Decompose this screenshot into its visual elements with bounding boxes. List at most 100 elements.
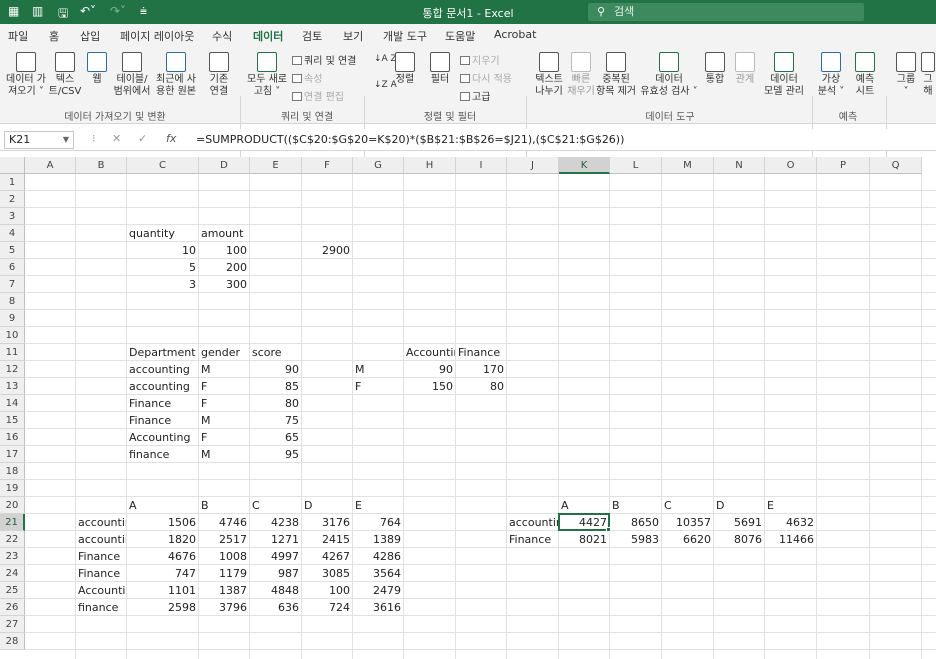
- column-header-f[interactable]: F: [302, 157, 353, 174]
- column-header-i[interactable]: I: [456, 157, 507, 174]
- cell-e11[interactable]: score: [250, 344, 301, 361]
- cell-c7[interactable]: 3: [127, 276, 198, 293]
- tab-view[interactable]: 보기: [343, 28, 363, 44]
- row-header-7[interactable]: 7: [0, 276, 25, 293]
- cell-i11[interactable]: Finance: [456, 344, 506, 361]
- row-header-15[interactable]: 15: [0, 412, 25, 429]
- cell-l21[interactable]: 8650: [610, 514, 661, 531]
- chevron-down-icon[interactable]: ▼: [63, 132, 69, 148]
- column-header-p[interactable]: P: [817, 157, 870, 174]
- enter-icon[interactable]: ✓: [138, 132, 147, 145]
- row-header-22[interactable]: 22: [0, 531, 25, 548]
- cell-g13[interactable]: F: [353, 378, 403, 395]
- cell-k20[interactable]: A: [559, 497, 609, 514]
- cell-o20[interactable]: E: [765, 497, 816, 514]
- web-button[interactable]: 웹: [84, 52, 110, 86]
- tab-insert[interactable]: 삽입: [80, 28, 100, 44]
- cell-d15[interactable]: M: [199, 412, 249, 429]
- cell-c4[interactable]: quantity: [127, 225, 198, 242]
- cell-c26[interactable]: 2598: [127, 599, 198, 616]
- column-header-g[interactable]: G: [353, 157, 404, 174]
- autosave-icon[interactable]: ▦: [8, 4, 19, 18]
- fill-handle[interactable]: [606, 527, 611, 532]
- worksheet-grid[interactable]: A B C D E F G H I J K L M N O P Q 1 2 3 4 5 6 7 8 9 10 11 12 13 14 15 16…: [0, 157, 936, 659]
- queries-connections-button[interactable]: 쿼리 및 연결: [292, 52, 356, 67]
- data-model-button[interactable]: 데이터 모델 관리: [760, 52, 808, 98]
- row-header-24[interactable]: 24: [0, 565, 25, 582]
- cell-g12[interactable]: M: [353, 361, 403, 378]
- cell-c23[interactable]: 4676: [127, 548, 198, 565]
- tab-help[interactable]: 도움말: [445, 28, 475, 44]
- cell-e21[interactable]: 4238: [250, 514, 301, 531]
- cell-d17[interactable]: M: [199, 446, 249, 463]
- row-header-20[interactable]: 20: [0, 497, 25, 514]
- row-header-26[interactable]: 26: [0, 599, 25, 616]
- cell-m21[interactable]: 10357: [662, 514, 713, 531]
- cell-c13[interactable]: accounting: [127, 378, 198, 395]
- cell-c6[interactable]: 5: [127, 259, 198, 276]
- column-header-c[interactable]: C: [127, 157, 199, 174]
- row-header-1[interactable]: 1: [0, 174, 25, 191]
- cell-m22[interactable]: 6620: [662, 531, 713, 548]
- cell-d22[interactable]: 2517: [199, 531, 249, 548]
- existing-connections-button[interactable]: 기존 연결: [202, 52, 236, 98]
- tab-developer[interactable]: 개발 도구: [383, 28, 427, 44]
- cell-d25[interactable]: 1387: [199, 582, 249, 599]
- row-header-13[interactable]: 13: [0, 378, 25, 395]
- cell-f22[interactable]: 2415: [302, 531, 352, 548]
- cell-g25[interactable]: 2479: [353, 582, 403, 599]
- consolidate-button[interactable]: 통합: [702, 52, 728, 86]
- row-header-9[interactable]: 9: [0, 310, 25, 327]
- get-data-button[interactable]: 데이터 가 져오기 ˅: [4, 52, 48, 98]
- select-all-button[interactable]: [0, 157, 25, 174]
- cell-f21[interactable]: 3176: [302, 514, 352, 531]
- cell-n22[interactable]: 8076: [714, 531, 764, 548]
- cell-c25[interactable]: 1101: [127, 582, 198, 599]
- cell-e20[interactable]: C: [250, 497, 301, 514]
- column-header-e[interactable]: E: [250, 157, 302, 174]
- ungroup-button[interactable]: 그 해: [920, 52, 936, 98]
- row-header-5[interactable]: 5: [0, 242, 25, 259]
- cell-e15[interactable]: 75: [250, 412, 301, 429]
- column-header-a[interactable]: A: [25, 157, 76, 174]
- cell-c14[interactable]: Finance: [127, 395, 198, 412]
- layout-icon[interactable]: ▥: [32, 4, 43, 18]
- column-header-o[interactable]: O: [765, 157, 817, 174]
- cell-d11[interactable]: gender: [199, 344, 249, 361]
- cell-e13[interactable]: 85: [250, 378, 301, 395]
- tab-acrobat[interactable]: Acrobat: [494, 28, 536, 41]
- cell-b23[interactable]: Finance: [76, 548, 126, 565]
- tab-file[interactable]: 파일: [8, 28, 28, 44]
- cell-e14[interactable]: 80: [250, 395, 301, 412]
- column-header-m[interactable]: M: [662, 157, 714, 174]
- cell-d13[interactable]: F: [199, 378, 249, 395]
- row-header-16[interactable]: 16: [0, 429, 25, 446]
- cell-n20[interactable]: D: [714, 497, 764, 514]
- cell-h13[interactable]: 150: [404, 378, 455, 395]
- tab-review[interactable]: 검토: [302, 28, 322, 44]
- cell-g22[interactable]: 1389: [353, 531, 403, 548]
- cell-m20[interactable]: C: [662, 497, 713, 514]
- cell-g26[interactable]: 3616: [353, 599, 403, 616]
- name-box[interactable]: K21 ▼: [4, 131, 74, 149]
- what-if-analysis-button[interactable]: 가상 분석 ˅: [816, 52, 846, 98]
- cell-d20[interactable]: B: [199, 497, 249, 514]
- cell-e23[interactable]: 4997: [250, 548, 301, 565]
- column-header-n[interactable]: N: [714, 157, 765, 174]
- cell-d12[interactable]: M: [199, 361, 249, 378]
- cell-d23[interactable]: 1008: [199, 548, 249, 565]
- cell-b26[interactable]: finance: [76, 599, 126, 616]
- cell-d6[interactable]: 200: [199, 259, 249, 276]
- cell-h11[interactable]: Accountir: [404, 344, 455, 361]
- cell-k22[interactable]: 8021: [559, 531, 609, 548]
- cell-g24[interactable]: 3564: [353, 565, 403, 582]
- cell-d4[interactable]: amount: [199, 225, 249, 242]
- row-header-11[interactable]: 11: [0, 344, 25, 361]
- cell-j21[interactable]: accountir: [507, 514, 558, 531]
- cell-e12[interactable]: 90: [250, 361, 301, 378]
- row-header-17[interactable]: 17: [0, 446, 25, 463]
- cell-f24[interactable]: 3085: [302, 565, 352, 582]
- cell-l22[interactable]: 5983: [610, 531, 661, 548]
- data-validation-button[interactable]: 데이터 유효성 검사 ˅: [638, 52, 700, 98]
- cell-f20[interactable]: D: [302, 497, 352, 514]
